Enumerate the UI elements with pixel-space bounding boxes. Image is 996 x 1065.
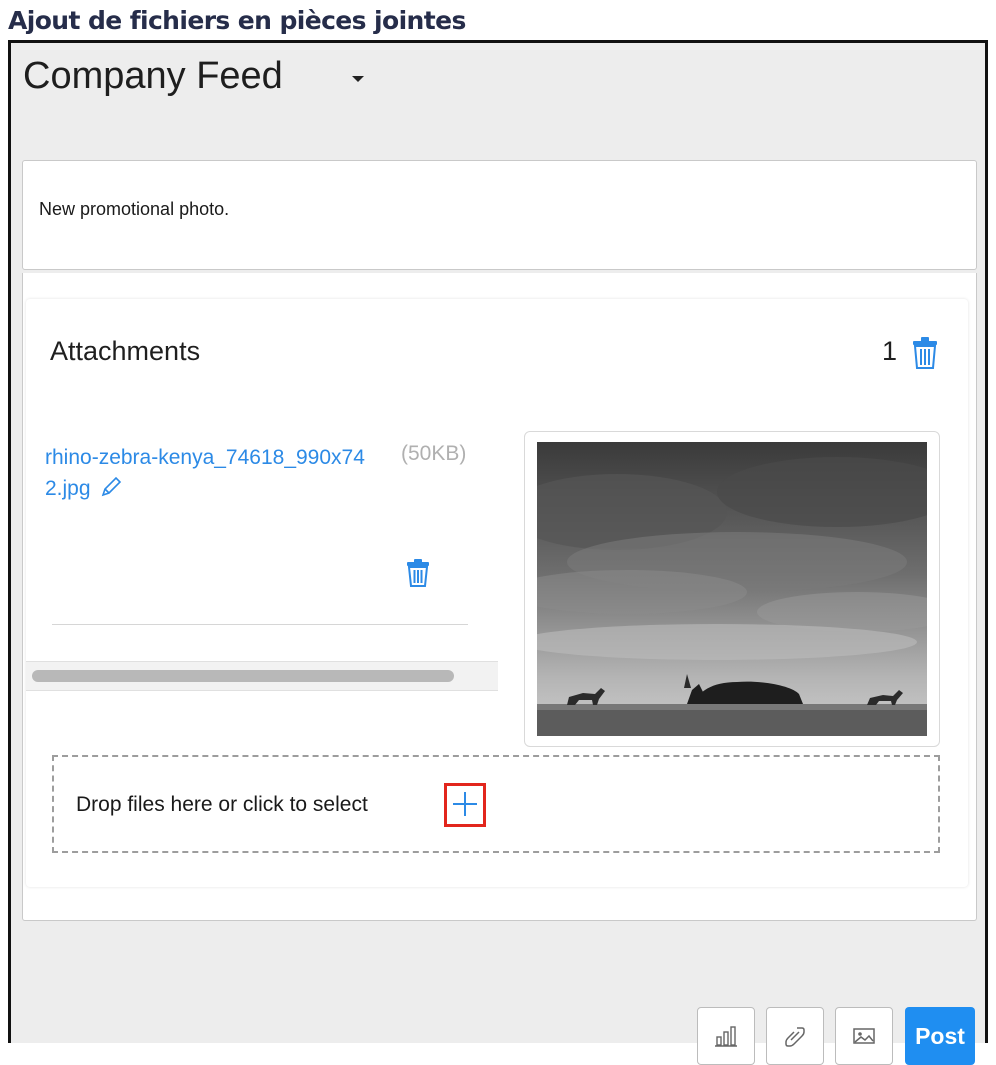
- file-drop-zone[interactable]: Drop files here or click to select: [52, 755, 940, 853]
- attachments-count: 1: [882, 336, 898, 366]
- divider: [52, 624, 468, 625]
- horizontal-scrollbar[interactable]: [26, 661, 498, 691]
- post-message-field[interactable]: New promotional photo.: [22, 160, 977, 270]
- poll-button[interactable]: [697, 1007, 755, 1065]
- attachment-file-size: (50KB): [401, 442, 467, 465]
- add-file-button[interactable]: [444, 783, 486, 827]
- image-icon: [853, 1028, 875, 1044]
- app-frame: Company Feed New promotional photo. Atta…: [8, 40, 988, 1065]
- attachment-file-name[interactable]: rhino-zebra-kenya_74618_990x742.jpg: [45, 446, 365, 500]
- attachment-file-link[interactable]: rhino-zebra-kenya_74618_990x742.jpg: [45, 442, 365, 504]
- post-message-text: New promotional photo.: [39, 199, 230, 219]
- link-button[interactable]: [766, 1007, 824, 1065]
- attachments-title: Attachments: [50, 336, 201, 366]
- rhino-zebra-photo: [537, 442, 927, 736]
- poll-icon: [715, 1026, 737, 1047]
- pencil-icon[interactable]: [100, 476, 122, 498]
- attachments-panel: Attachments 1 rhino-zebra-kenya_74618_99…: [26, 299, 968, 887]
- trash-icon[interactable]: [912, 337, 938, 369]
- link-icon: [785, 1027, 805, 1047]
- post-button[interactable]: Post: [905, 1007, 975, 1065]
- attachment-preview[interactable]: [524, 431, 940, 747]
- attachments-container: Attachments 1 rhino-zebra-kenya_74618_99…: [22, 273, 977, 921]
- document-heading: Ajout de fichiers en pièces jointes: [8, 6, 466, 35]
- plus-icon: [453, 792, 477, 816]
- chevron-down-icon[interactable]: [352, 76, 364, 82]
- image-button[interactable]: [835, 1007, 893, 1065]
- scrollbar-thumb[interactable]: [32, 670, 454, 682]
- trash-icon[interactable]: [406, 559, 430, 587]
- drop-zone-text: Drop files here or click to select: [76, 793, 368, 816]
- feed-title[interactable]: Company Feed: [23, 55, 283, 98]
